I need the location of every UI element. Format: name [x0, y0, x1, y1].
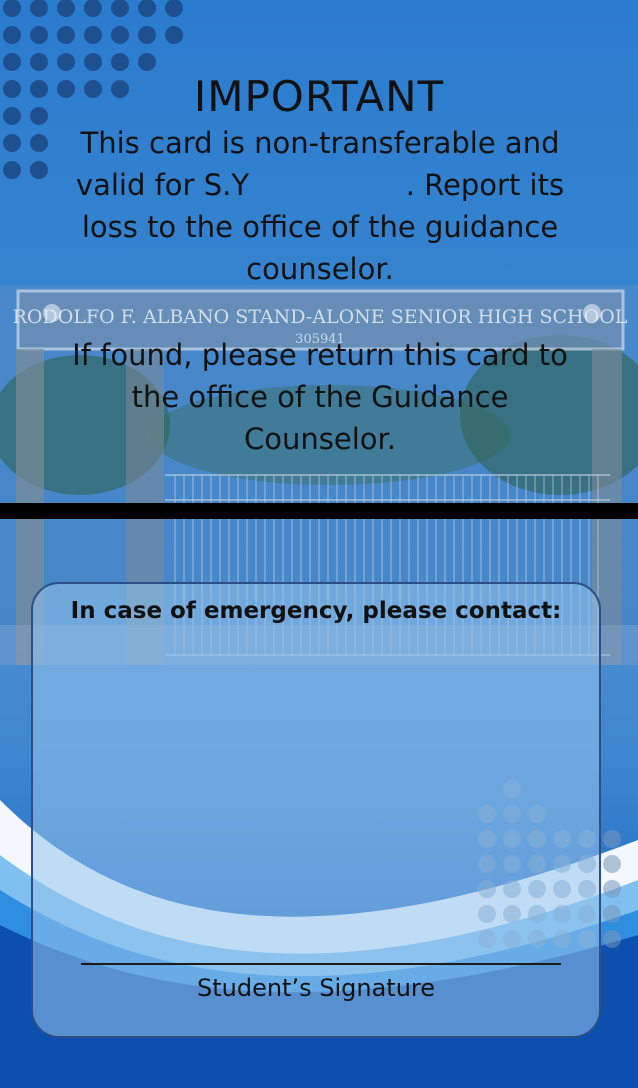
decorative-dot [138, 0, 156, 17]
decorative-dot [30, 53, 48, 71]
decorative-dot [3, 0, 21, 17]
decorative-dot [84, 26, 102, 44]
decorative-dot [138, 53, 156, 71]
decorative-dot [84, 0, 102, 17]
decorative-dot [111, 26, 129, 44]
decorative-dot [3, 26, 21, 44]
decorative-dot [603, 830, 621, 848]
decorative-dot [57, 0, 75, 17]
decorative-dot [30, 134, 48, 152]
decorative-dot [30, 161, 48, 179]
decorative-dot [603, 930, 621, 948]
emergency-contact-panel: In case of emergency, please contact: St… [31, 582, 601, 1038]
decorative-dot [57, 26, 75, 44]
decorative-dot [3, 134, 21, 152]
return-notice: If found, please return this card to the… [72, 338, 568, 456]
id-card-back: RODOLFO F. ALBANO STAND-ALONE SENIOR HIG… [0, 0, 638, 1088]
decorative-dot [57, 53, 75, 71]
emergency-contact-label: In case of emergency, please contact: [70, 598, 562, 624]
decorative-dot [165, 26, 183, 44]
decorative-dot [138, 26, 156, 44]
signature-line [81, 963, 561, 965]
black-divider-band [0, 503, 638, 519]
decorative-dot [30, 0, 48, 17]
signature-label: Student’s Signature [196, 974, 436, 1002]
decorative-dot [30, 26, 48, 44]
decorative-dot [84, 53, 102, 71]
decorative-dot [603, 855, 621, 873]
decorative-dot [111, 0, 129, 17]
decorative-dot [111, 53, 129, 71]
decorative-dot [165, 0, 183, 17]
decorative-dot [603, 880, 621, 898]
decorative-dot [603, 905, 621, 923]
validity-notice: This card is non-transferable and valid … [75, 126, 574, 286]
decorative-dot [3, 53, 21, 71]
decorative-dot [3, 161, 21, 179]
photo-sign-text: RODOLFO F. ALBANO STAND-ALONE SENIOR HIG… [13, 306, 628, 328]
card-title: IMPORTANT [193, 72, 445, 121]
